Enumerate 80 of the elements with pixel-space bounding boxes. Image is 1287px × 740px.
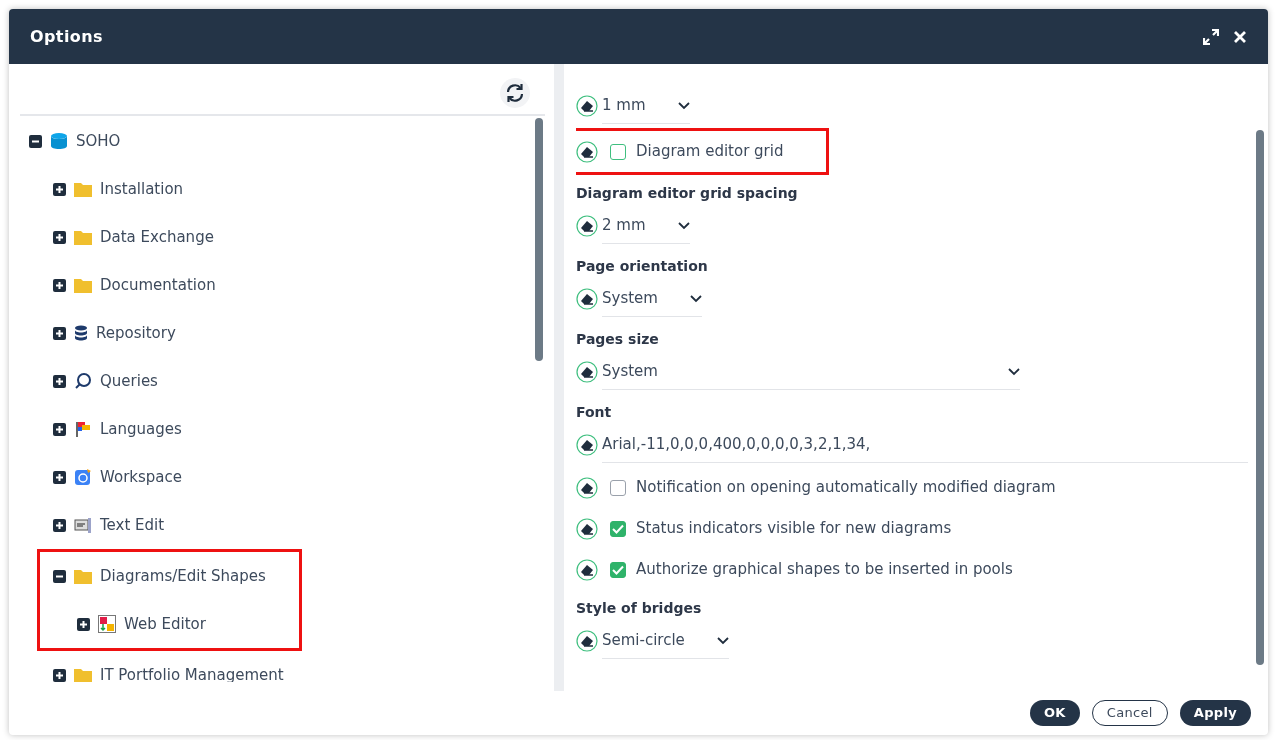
dropdown[interactable]: System (602, 281, 702, 317)
chevron-down-icon (677, 101, 690, 110)
eraser-icon[interactable] (576, 517, 598, 540)
refresh-icon (505, 83, 525, 103)
cylinder-icon (50, 132, 68, 150)
collapse-icon[interactable] (29, 134, 42, 148)
setting-label: Font (576, 403, 613, 422)
dropdown[interactable]: System (602, 354, 1020, 390)
tree-item[interactable]: Languages (53, 405, 545, 453)
tree-item[interactable]: Diagrams/Edit Shapes (53, 552, 299, 600)
dropdown[interactable]: 2 mm (602, 208, 690, 244)
dialog-button[interactable]: OK (1030, 700, 1080, 726)
expand-icon[interactable] (53, 278, 66, 292)
expand-icon[interactable] (53, 230, 66, 244)
eraser-icon[interactable] (576, 476, 598, 499)
expand-icon[interactable] (53, 470, 66, 484)
text-field[interactable]: Arial,-11,0,0,0,400,0,0,0,0,3,2,1,34, (602, 427, 1248, 463)
tree-item[interactable]: Text Edit (53, 501, 545, 549)
tree-item[interactable]: Documentation (53, 261, 545, 309)
setting-label: Diagram editor grid spacing (576, 184, 799, 203)
eraser-icon[interactable] (576, 215, 598, 237)
eraser-icon[interactable] (576, 361, 598, 383)
checkbox-label: Authorize graphical shapes to be inserted in pools (636, 559, 1013, 581)
tree-item[interactable]: Data Exchange (53, 213, 545, 261)
expand-icon[interactable] (53, 374, 66, 388)
checkbox[interactable] (610, 561, 626, 578)
expand-icon[interactable] (53, 326, 66, 340)
eraser-icon[interactable] (576, 434, 598, 456)
chevron-down-icon (677, 221, 690, 230)
shapes-icon (98, 615, 116, 633)
expand-icon[interactable] (77, 617, 90, 631)
tree-item[interactable]: Installation (53, 165, 545, 213)
checkbox-label: Notification on opening automatically modified diagram (636, 477, 1056, 499)
expand-icon[interactable] (53, 182, 66, 196)
folder-icon (74, 277, 92, 293)
eraser-icon[interactable] (576, 558, 598, 581)
setting-label: Page orientation (576, 257, 709, 276)
dialog-button[interactable]: Cancel (1091, 700, 1168, 726)
close-icon[interactable] (1233, 29, 1247, 44)
tree-item[interactable]: Queries (53, 357, 545, 405)
database-icon (74, 325, 88, 341)
expand-icon[interactable] (53, 422, 66, 436)
chevron-down-icon (1008, 367, 1020, 376)
checkbox[interactable] (610, 479, 626, 496)
eraser-icon[interactable] (576, 288, 598, 310)
eraser-icon[interactable] (576, 140, 598, 163)
checkbox-label: Status indicators visible for new diagrams (636, 518, 952, 540)
scrollbar[interactable] (1256, 130, 1264, 665)
folder-icon (74, 667, 92, 682)
eraser-icon[interactable] (576, 630, 598, 652)
tree-item[interactable]: SOHO (29, 117, 545, 165)
eraser-icon[interactable] (576, 95, 598, 117)
checkbox[interactable] (610, 520, 626, 537)
folder-icon (74, 181, 92, 197)
expand-icon[interactable] (53, 518, 66, 532)
dropdown[interactable]: Semi-circle (602, 623, 729, 659)
scrollbar[interactable] (535, 118, 543, 361)
collapse-icon[interactable] (53, 569, 66, 583)
folder-icon (74, 568, 92, 584)
tree-item[interactable]: Workspace (53, 453, 545, 501)
dialog-button[interactable]: Apply (1179, 700, 1251, 726)
expand-icon[interactable] (53, 668, 66, 682)
text-document-icon (74, 516, 92, 534)
tree-item[interactable]: Repository (53, 309, 545, 357)
search-icon (74, 372, 92, 390)
maximize-icon[interactable] (1203, 28, 1219, 45)
tree-item[interactable]: IT Portfolio Management (53, 651, 545, 682)
setting-label: Pages size (576, 330, 660, 349)
setting-label: Style of bridges (576, 599, 703, 618)
folder-icon (74, 229, 92, 245)
tree-item[interactable]: Web Editor (77, 600, 299, 648)
refresh-button[interactable] (500, 78, 530, 108)
checkbox[interactable] (610, 143, 626, 160)
flags-icon (74, 420, 92, 438)
chevron-down-icon (689, 294, 702, 303)
window-title: Options (30, 25, 103, 48)
chevron-down-icon (716, 636, 729, 645)
workspace-icon (74, 468, 92, 486)
checkbox-label: Diagram editor grid (636, 141, 784, 163)
dropdown[interactable]: 1 mm (602, 88, 690, 124)
